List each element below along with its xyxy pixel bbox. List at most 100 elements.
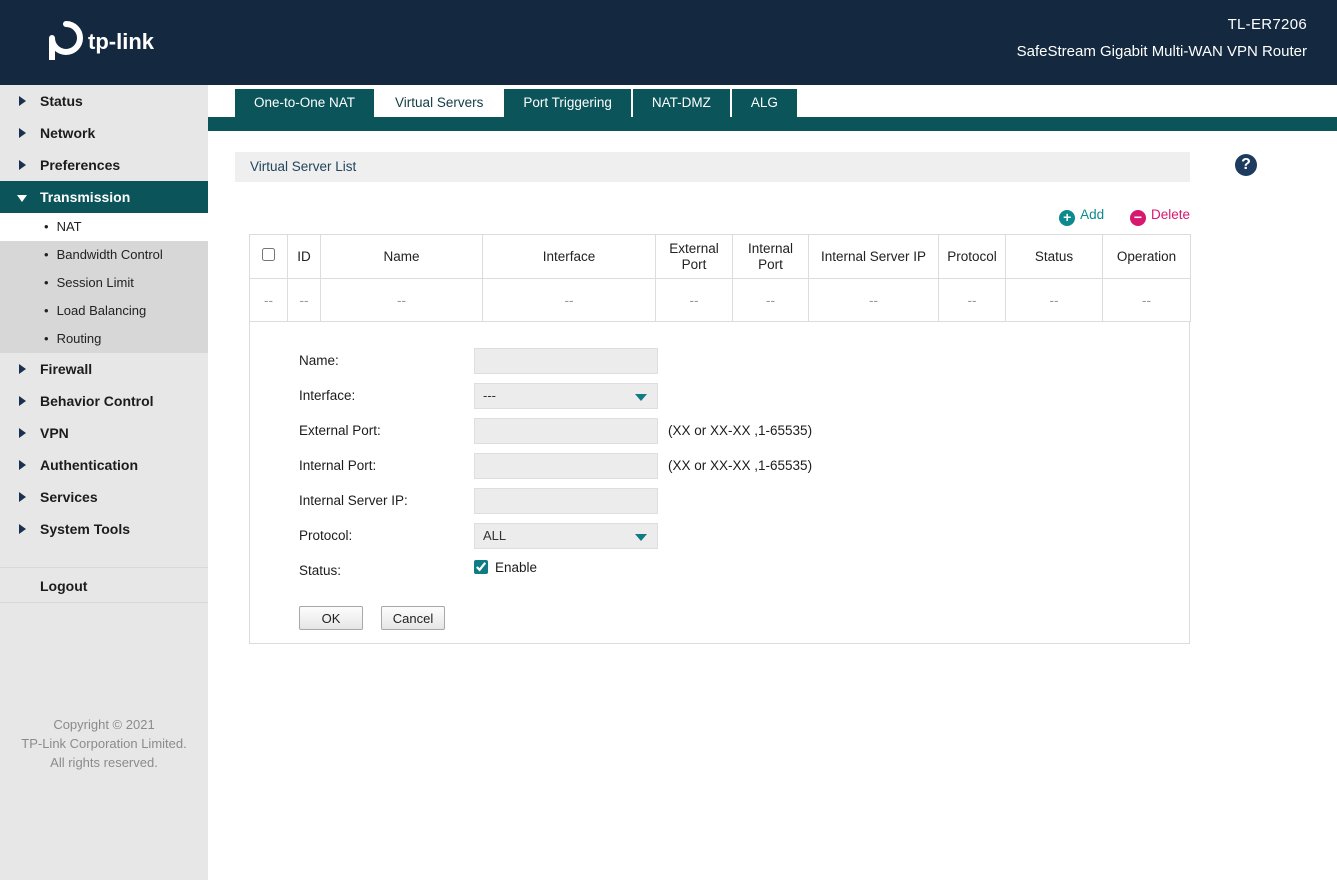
- chevron-right-icon: [19, 128, 26, 138]
- copyright-line: All rights reserved.: [50, 755, 158, 770]
- sidebar-item-label: Network: [40, 125, 96, 141]
- internal-port-hint: (XX or XX-XX ,1-65535): [668, 458, 813, 473]
- table-actions: + Add − Delete: [235, 207, 1190, 226]
- sidebar-item-label: VPN: [40, 425, 69, 441]
- svg-text:tp-link: tp-link: [88, 29, 155, 54]
- delete-button[interactable]: − Delete: [1129, 207, 1190, 226]
- col-header-protocol: Protocol: [938, 234, 1006, 279]
- sidebar-item-transmission[interactable]: Transmission: [0, 181, 208, 213]
- form-row-external-port: External Port: (XX or XX-XX ,1-65535): [250, 414, 1189, 449]
- sidebar-subitem-load-balancing[interactable]: • Load Balancing: [0, 297, 208, 325]
- tp-link-logo-icon: tp-link: [49, 21, 155, 60]
- sidebar-subitem-session-limit[interactable]: • Session Limit: [0, 269, 208, 297]
- sidebar-item-behavior-control[interactable]: Behavior Control: [0, 385, 208, 417]
- copyright-line: TP-Link Corporation Limited.: [21, 736, 187, 751]
- chevron-down-icon: [17, 195, 27, 202]
- bullet-icon: •: [44, 275, 49, 290]
- bullet-icon: •: [44, 219, 49, 234]
- tab-nat-dmz[interactable]: NAT-DMZ: [632, 89, 730, 117]
- add-button[interactable]: + Add: [1059, 207, 1104, 226]
- sidebar-item-authentication[interactable]: Authentication: [0, 449, 208, 481]
- external-port-input[interactable]: [474, 418, 658, 444]
- row-cell: --: [1005, 278, 1103, 322]
- sidebar-item-firewall[interactable]: Firewall: [0, 353, 208, 385]
- col-header-internal-server-ip: Internal Server IP: [808, 234, 939, 279]
- chevron-right-icon: [19, 460, 26, 470]
- submenu-label: Load Balancing: [56, 303, 147, 318]
- internal-port-input[interactable]: [474, 453, 658, 479]
- col-header-internal-port: Internal Port: [732, 234, 809, 279]
- sidebar-item-vpn[interactable]: VPN: [0, 417, 208, 449]
- select-all-cell: [249, 234, 288, 279]
- submenu-label: Bandwidth Control: [56, 247, 163, 262]
- external-port-hint: (XX or XX-XX ,1-65535): [668, 423, 813, 438]
- select-all-checkbox[interactable]: [262, 248, 275, 261]
- delete-label: Delete: [1150, 207, 1190, 222]
- interface-label: Interface:: [299, 388, 356, 403]
- sidebar-item-services[interactable]: Services: [0, 481, 208, 513]
- sidebar-subitem-bandwidth-control[interactable]: • Bandwidth Control: [0, 241, 208, 269]
- tab-alg[interactable]: ALG: [731, 89, 797, 117]
- add-label: Add: [1080, 207, 1105, 222]
- protocol-selected-value: ALL: [483, 528, 507, 543]
- device-description: SafeStream Gigabit Multi-WAN VPN Router: [1016, 43, 1307, 60]
- form-buttons: OK Cancel: [250, 606, 1189, 632]
- form-row-interface: Interface: ---: [250, 379, 1189, 414]
- sidebar-item-system-tools[interactable]: System Tools: [0, 513, 208, 545]
- table-row: -- -- -- -- -- -- -- -- -- --: [249, 278, 1191, 322]
- tab-port-triggering[interactable]: Port Triggering: [504, 89, 631, 117]
- bullet-icon: •: [44, 303, 49, 318]
- interface-select[interactable]: ---: [474, 383, 658, 409]
- tab-one-to-one-nat[interactable]: One-to-One NAT: [235, 89, 375, 117]
- protocol-select[interactable]: ALL: [474, 523, 658, 549]
- sidebar-item-label: Transmission: [40, 189, 131, 205]
- internal-server-ip-label: Internal Server IP:: [299, 493, 408, 508]
- external-port-label: External Port:: [299, 423, 381, 438]
- sidebar-item-label: Behavior Control: [40, 393, 154, 409]
- sidebar-item-label: Preferences: [40, 157, 121, 173]
- protocol-label: Protocol:: [299, 528, 353, 543]
- form-row-status: Status: Enable: [250, 554, 1189, 589]
- dropdown-caret-icon: [635, 394, 647, 401]
- chevron-right-icon: [19, 428, 26, 438]
- cancel-button[interactable]: Cancel: [381, 606, 445, 630]
- table-header-row: ID Name Interface External Port Internal…: [249, 234, 1191, 279]
- sidebar-item-preferences[interactable]: Preferences: [0, 149, 208, 181]
- row-cell: --: [249, 278, 288, 322]
- sidebar-item-status[interactable]: Status: [0, 85, 208, 117]
- form-row-internal-port: Internal Port: (XX or XX-XX ,1-65535): [250, 449, 1189, 484]
- col-header-external-port: External Port: [655, 234, 733, 279]
- row-cell: --: [287, 278, 321, 322]
- col-header-status: Status: [1005, 234, 1103, 279]
- name-label: Name:: [299, 353, 339, 368]
- logout-button[interactable]: Logout: [0, 567, 208, 603]
- chevron-right-icon: [19, 524, 26, 534]
- internal-port-label: Internal Port:: [299, 458, 377, 473]
- chevron-right-icon: [19, 160, 26, 170]
- bullet-icon: •: [44, 247, 49, 262]
- name-input[interactable]: [474, 348, 658, 374]
- row-cell: --: [1102, 278, 1191, 322]
- copyright-line: Copyright © 2021: [53, 717, 155, 732]
- internal-server-ip-input[interactable]: [474, 488, 658, 514]
- add-icon: +: [1059, 210, 1076, 226]
- row-cell: --: [320, 278, 483, 322]
- col-header-name: Name: [320, 234, 483, 279]
- row-cell: --: [938, 278, 1006, 322]
- enable-checkbox[interactable]: [474, 560, 488, 574]
- sidebar-item-network[interactable]: Network: [0, 117, 208, 149]
- copyright: Copyright © 2021 TP-Link Corporation Lim…: [0, 715, 208, 772]
- sidebar-subitem-nat[interactable]: • NAT: [0, 213, 208, 241]
- submenu-label: NAT: [56, 219, 82, 234]
- status-label: Status:: [299, 563, 342, 578]
- sidebar-item-label: Authentication: [40, 457, 138, 473]
- ok-button[interactable]: OK: [299, 606, 363, 630]
- sidebar-subitem-routing[interactable]: • Routing: [0, 325, 208, 353]
- submenu-label: Session Limit: [56, 275, 134, 290]
- interface-selected-value: ---: [483, 388, 496, 403]
- help-icon[interactable]: ?: [1235, 154, 1257, 176]
- chevron-right-icon: [19, 492, 26, 502]
- main-content: One-to-One NAT Virtual Servers Port Trigge…: [208, 85, 1337, 880]
- tab-strip: One-to-One NAT Virtual Servers Port Trigge…: [235, 89, 799, 121]
- form-row-name: Name:: [250, 344, 1189, 379]
